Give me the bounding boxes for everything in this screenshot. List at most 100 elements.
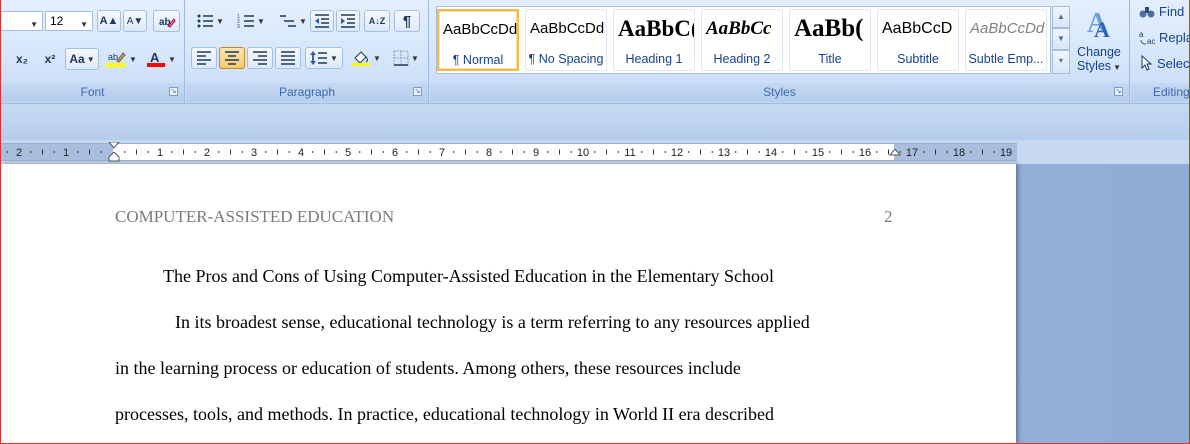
bullets-icon [197, 14, 214, 28]
styles-dialog-launcher[interactable]: ↘ [1114, 87, 1123, 96]
font-group: ▼ 12 ▼ A▲ A▼ ab x₂ x² Aa ▼ ab ▼ A ▼ Font… [1, 0, 185, 103]
find-label: Find [1159, 4, 1185, 19]
align-center-button[interactable] [219, 47, 245, 69]
style-sample: AaBb( [794, 15, 864, 41]
quick-styles-gallery: AaBbCcDd ¶ Normal AaBbCcDd ¶ No Spacing … [436, 6, 1051, 74]
style-heading-2[interactable]: AaBbCc Heading 2 [701, 9, 783, 71]
running-head: COMPUTER-ASSISTED EDUCATION [115, 207, 395, 226]
multilevel-list-button[interactable]: ▼ [273, 10, 313, 32]
ruler-label: 1 [63, 147, 69, 159]
select-button[interactable]: Selec [1139, 55, 1190, 71]
replace-button[interactable]: a ac Repla [1139, 29, 1190, 46]
align-left-icon [197, 51, 211, 65]
align-left-button[interactable] [191, 47, 217, 69]
find-button[interactable]: Find [1139, 4, 1184, 19]
ruler-label: 11 [624, 147, 635, 159]
ruler-label: 8 [486, 147, 492, 159]
style-sample: AaBbCcD [882, 20, 953, 37]
borders-icon [393, 50, 409, 66]
ribbon: ▼ 12 ▼ A▲ A▼ ab x₂ x² Aa ▼ ab ▼ A ▼ Font… [1, 0, 1190, 103]
line-spacing-button[interactable]: ▼ [305, 47, 343, 69]
editing-group: Find a ac Repla Selec Editing [1131, 0, 1190, 103]
subscript-icon: x₂ [15, 52, 28, 66]
document-title: The Pros and Cons of Using Computer-Assi… [163, 266, 775, 286]
style-sample: AaBbC( [618, 16, 694, 41]
highlight-color-button[interactable]: ab ▼ [102, 48, 140, 70]
bullets-button[interactable]: ▼ [191, 10, 229, 32]
sort-button[interactable]: A↓Z [364, 10, 390, 32]
word-window: ▼ 12 ▼ A▲ A▼ ab x₂ x² Aa ▼ ab ▼ A ▼ Font… [0, 0, 1190, 444]
ruler-ticks: 2 1 1 2 3 4 5 6 7 8 9 10 11 12 13 14 15 16 17 18 19 [6, 147, 1012, 159]
svg-text:A: A [1094, 17, 1110, 42]
font-dialog-launcher[interactable]: ↘ [169, 87, 178, 96]
clear-formatting-button[interactable]: ab [153, 10, 180, 32]
highlighter-icon: ab [106, 52, 127, 67]
justify-button[interactable] [275, 47, 301, 69]
change-case-button[interactable]: Aa ▼ [65, 48, 99, 70]
ruler-label: 2 [204, 147, 210, 159]
hanging-indent-marker[interactable] [108, 152, 120, 162]
svg-text:a: a [1139, 30, 1144, 39]
ruler-label: 18 [953, 147, 965, 159]
show-formatting-button[interactable]: ¶ [394, 10, 420, 32]
ruler-label: 17 [906, 147, 918, 159]
font-color-icon: A [147, 50, 166, 67]
style-name: Title [818, 52, 842, 66]
gallery-more[interactable]: ▾ [1052, 50, 1070, 74]
borders-button[interactable]: ▼ [387, 47, 425, 69]
paragraph-dialog-launcher[interactable]: ↘ [413, 87, 422, 96]
ruler-label: 12 [671, 147, 683, 159]
style-normal[interactable]: AaBbCcDd ¶ Normal [437, 9, 519, 71]
style-subtitle[interactable]: AaBbCcD Subtitle [877, 9, 959, 71]
ruler-label: 1 [157, 147, 163, 159]
replace-icon: aac [1139, 30, 1155, 45]
ruler-label: 9 [533, 147, 539, 159]
font-name-field[interactable]: ▼ [1, 11, 43, 31]
grow-font-button[interactable]: A▲ [97, 10, 121, 32]
styles-group-label: Styles [430, 83, 1129, 102]
ruler-label: 6 [392, 147, 398, 159]
right-indent-marker[interactable] [889, 149, 901, 159]
style-name: Heading 2 [713, 52, 771, 66]
ruler-label: 14 [765, 147, 777, 159]
font-color-button[interactable]: A ▼ [142, 48, 180, 70]
superscript-icon: x² [44, 52, 56, 66]
editing-group-label: Editing [1131, 83, 1189, 102]
font-size-value: 12 [50, 14, 64, 28]
font-size-field[interactable]: 12 ▼ [45, 11, 93, 31]
document-page[interactable]: COMPUTER-ASSISTED EDUCATION 2 The Pros a… [1, 164, 1016, 443]
svg-text:ac: ac [1147, 37, 1155, 45]
multilevel-list-icon [280, 15, 297, 27]
style-sample: AaBbCcDd [530, 20, 605, 37]
change-styles-icon: AA [1087, 8, 1110, 42]
line-spacing-icon [310, 51, 328, 65]
style-title[interactable]: AaBb( Title [789, 9, 871, 71]
gallery-scroll-down[interactable]: ▼ [1052, 28, 1070, 50]
align-right-button[interactable] [247, 47, 273, 69]
decrease-indent-button[interactable] [310, 10, 334, 32]
change-styles-button[interactable]: AA Change Styles ▼ [1073, 4, 1125, 80]
ruler-label: 3 [251, 147, 257, 159]
shrink-font-button[interactable]: A▼ [123, 10, 147, 32]
cursor-icon [1141, 55, 1153, 71]
superscript-button[interactable]: x² [37, 48, 63, 70]
select-label: Selec [1157, 55, 1190, 71]
first-line-indent-marker[interactable] [108, 142, 120, 150]
change-styles-label-line1: Change [1077, 45, 1121, 59]
increase-indent-button[interactable] [336, 10, 360, 32]
replace-label: Repla [1159, 29, 1190, 45]
subscript-button[interactable]: x₂ [9, 48, 35, 70]
numbering-button[interactable]: 1 2 3 ▼ [232, 10, 270, 32]
style-no-spacing[interactable]: AaBbCcDd ¶ No Spacing [525, 9, 607, 71]
style-heading-1[interactable]: AaBbC( Heading 1 [613, 9, 695, 71]
shading-button[interactable]: ▼ [347, 47, 385, 69]
ruler-label: 7 [439, 147, 445, 159]
body-line: in the learning process or education of … [115, 358, 741, 378]
pilcrow-icon: ¶ [402, 12, 412, 30]
svg-text:A: A [150, 50, 160, 65]
shading-bucket-icon [352, 51, 371, 66]
horizontal-ruler[interactable]: 2 1 1 2 3 4 5 6 7 8 9 10 11 12 13 14 15 16 17 18 19 [1, 142, 1017, 162]
style-sample: AaBbCcDd [443, 21, 517, 38]
gallery-scroll-up[interactable]: ▲ [1052, 6, 1070, 28]
style-subtle-emphasis[interactable]: AaBbCcDd Subtle Emp... [965, 9, 1047, 71]
